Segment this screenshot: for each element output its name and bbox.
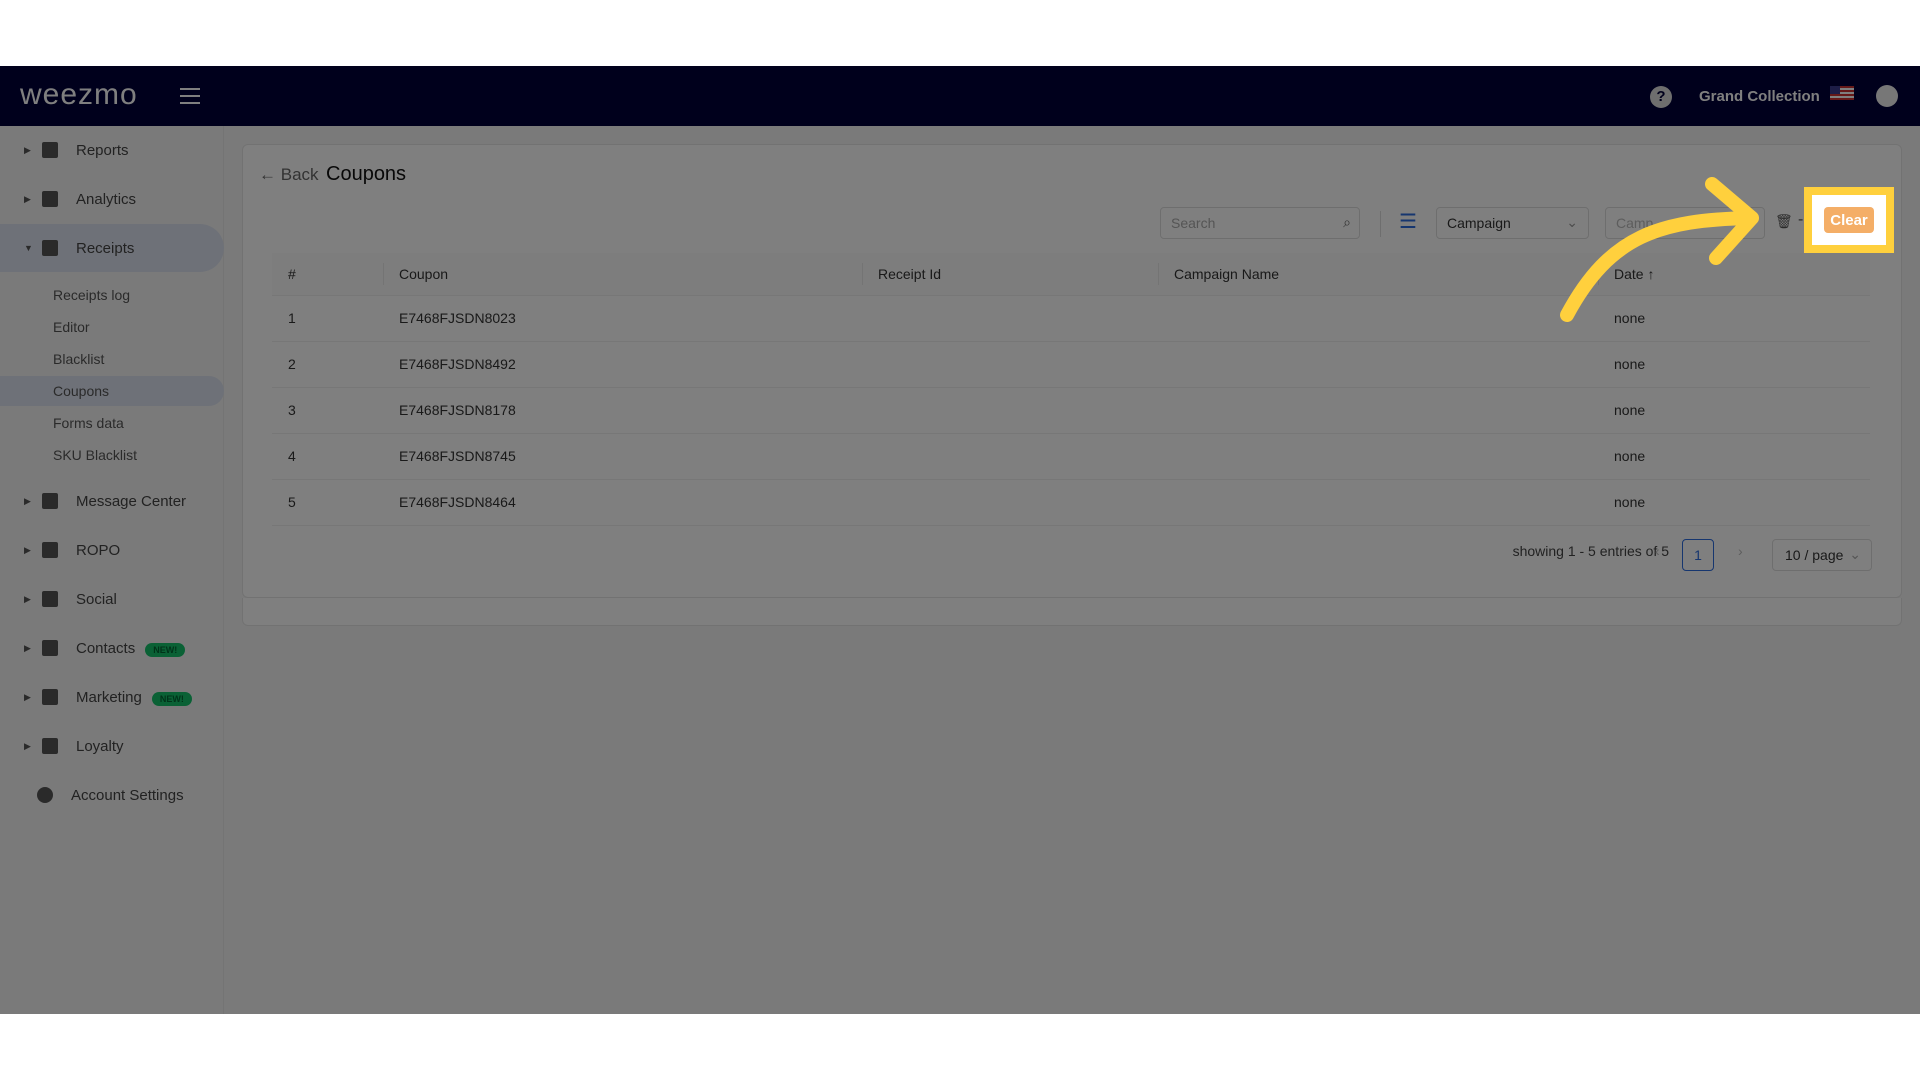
pointer-arrow-icon xyxy=(1560,177,1759,322)
